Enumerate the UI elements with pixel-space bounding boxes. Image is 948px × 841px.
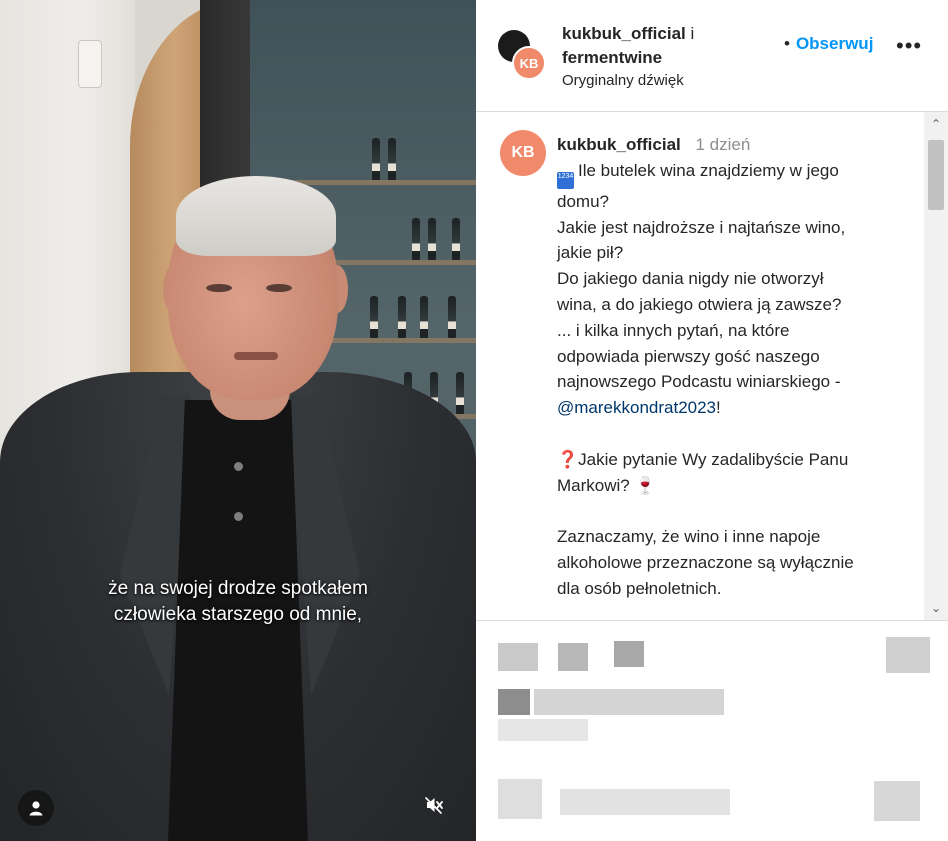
reel-video[interactable]: że na swojej drodze spotkałem człowieka … [0, 0, 476, 841]
pixelated-block [498, 643, 538, 671]
caption-line: odpowiada pierwszy gość naszego [557, 346, 820, 366]
pixelated-block [498, 689, 530, 715]
video-subtitle: że na swojej drodze spotkałem człowieka … [0, 576, 476, 628]
person-hair [176, 176, 336, 256]
caption-line: alkoholowe przeznaczone są wyłącznie [557, 552, 854, 572]
caption-line: ! [716, 398, 721, 418]
caption-scrollbar[interactable]: ⌃ ⌄ [924, 112, 948, 620]
account-link-primary[interactable]: kukbuk_official [562, 24, 686, 43]
caption-time[interactable]: 1 dzień [696, 135, 751, 154]
post-header: KB kukbuk_official i fermentwine Orygina… [476, 0, 948, 112]
wall-sensor [78, 40, 102, 88]
pixelated-block [498, 719, 588, 741]
wine-bottle [448, 296, 456, 338]
speaker-muted-icon [425, 797, 443, 814]
person-eye [206, 284, 232, 292]
shirt-button [234, 512, 243, 521]
follow-label: Obserwuj [795, 34, 874, 53]
wine-bottle [388, 138, 396, 180]
mute-button[interactable] [418, 789, 450, 821]
person-icon [29, 801, 43, 816]
account-link-secondary[interactable]: fermentwine [562, 48, 662, 67]
caption-line: ... i kilka innych pytań, na które [557, 320, 790, 340]
caption-line: Jakie jest najdroższe i najtańsze wino, [557, 217, 846, 237]
caption-username[interactable]: kukbuk_official [557, 135, 681, 154]
caption-line: Do jakiego dania nigdy nie otworzył [557, 269, 824, 289]
caption-line: dla osób pełnoletnich. [557, 578, 722, 598]
pixelated-comments-area [476, 620, 948, 841]
separator-dot: • [784, 34, 790, 53]
subtitle-line: że na swojej drodze spotkałem [108, 578, 368, 599]
number-emoji-icon: 1234 [557, 171, 574, 189]
caption-text: kukbuk_official 1 dzień 1234 Ile butelek … [557, 132, 897, 602]
scroll-up-icon[interactable]: ⌃ [928, 116, 944, 132]
collab-account-names: kukbuk_official i fermentwine [562, 22, 762, 70]
follow-button[interactable]: • Obserwuj [784, 34, 873, 54]
person-eye [266, 284, 292, 292]
scroll-down-icon[interactable]: ⌄ [928, 600, 944, 616]
wine-bottle [372, 138, 380, 180]
wine-bottle [452, 218, 460, 260]
caption-line: domu? [557, 191, 609, 211]
wine-bottle [456, 372, 464, 414]
post-side-panel: KB kukbuk_official i fermentwine Orygina… [476, 0, 948, 841]
scrollbar-thumb[interactable] [928, 140, 944, 210]
pixelated-block [534, 689, 724, 715]
mention-link[interactable]: @marekkondrat2023 [557, 398, 716, 417]
wine-bottle [370, 296, 378, 338]
wine-bottle [412, 218, 420, 260]
caption-line: wina, a do jakiego otwiera ją zawsze? [557, 294, 842, 314]
caption-line: Markowi? [557, 475, 630, 495]
wine-bottle [428, 218, 436, 260]
caption-line: Ile butelek wina znajdziemy w jego [578, 160, 839, 180]
pixelated-block [498, 779, 542, 819]
wine-glass-icon: 🍷 [634, 475, 656, 495]
subtitle-line: człowieka starszego od mnie, [113, 604, 363, 625]
avatar[interactable]: KB [500, 130, 546, 176]
pixelated-block [874, 781, 920, 821]
collab-avatars[interactable]: KB [498, 30, 548, 80]
tagged-users-button[interactable] [18, 790, 54, 826]
pixelated-block [886, 637, 930, 673]
caption-line: najnowszego Podcastu winiarskiego - [557, 372, 841, 392]
caption-line: Jakie pytanie Wy zadalibyście Panu [578, 449, 849, 469]
more-options-button[interactable]: ••• [896, 35, 922, 57]
wine-bottle [420, 296, 428, 338]
person-mouth [234, 352, 278, 360]
pixelated-block [614, 641, 644, 667]
caption-line: Zaznaczamy, że wino i inne napoje [557, 527, 821, 547]
pixelated-block [560, 789, 730, 815]
collab-connector: i [685, 24, 695, 43]
shirt-button [234, 462, 243, 471]
wine-bottle [398, 296, 406, 338]
audio-link[interactable]: Oryginalny dźwięk [562, 72, 684, 89]
avatar: KB [512, 46, 546, 80]
question-mark-icon: ❓ [557, 449, 579, 469]
caption-line: jakie pił? [557, 243, 624, 263]
post-caption: KB kukbuk_official 1 dzień 1234 Ile butel… [476, 112, 948, 620]
pixelated-block [558, 643, 588, 671]
